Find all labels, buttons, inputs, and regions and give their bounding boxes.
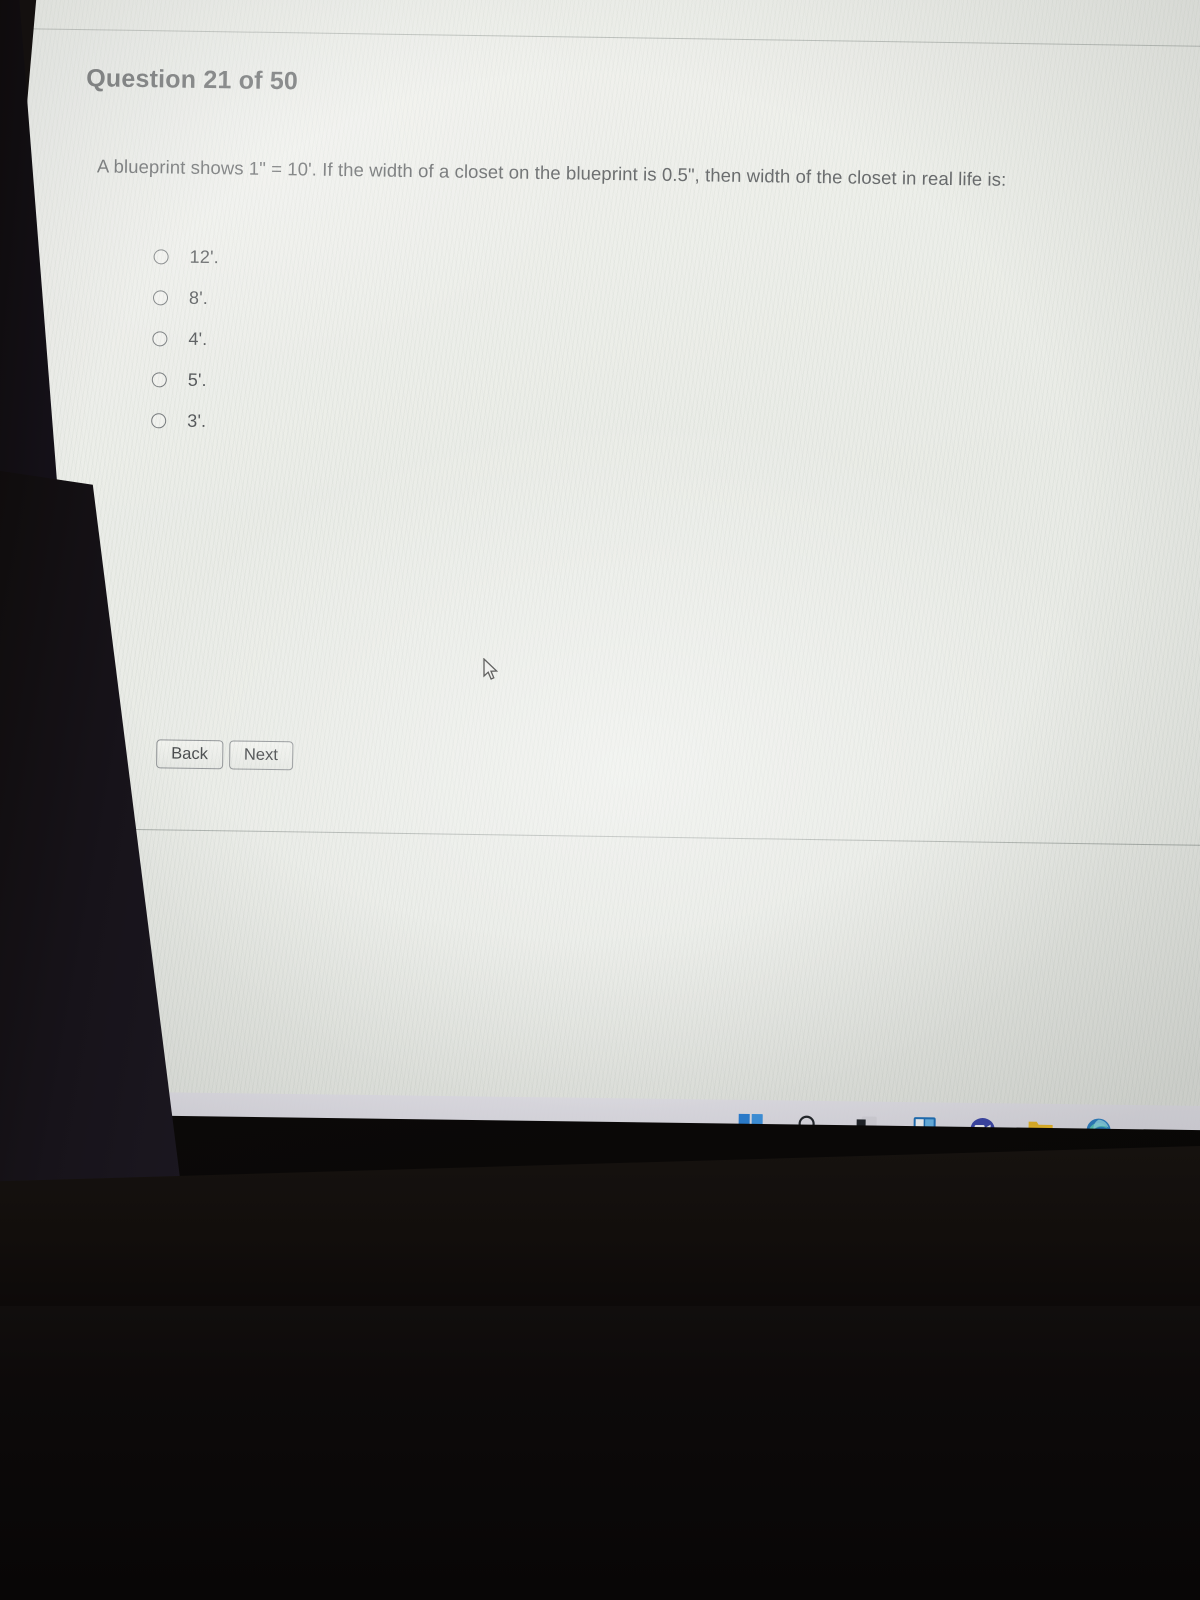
browser-page: Question 21 of 50 A blueprint shows 1" =… <box>0 0 1200 1090</box>
laptop-screen: Question 21 of 50 A blueprint shows 1" =… <box>0 0 1200 1131</box>
option-row-0[interactable]: 12'. <box>153 236 219 278</box>
radio-button-icon[interactable] <box>153 249 169 265</box>
mouse-cursor-icon <box>483 658 499 680</box>
radio-button-icon[interactable] <box>151 372 167 388</box>
radio-button-icon[interactable] <box>152 331 168 347</box>
option-row-4[interactable]: 3'. <box>151 400 217 442</box>
option-row-3[interactable]: 5'. <box>151 359 217 401</box>
keyboard-deck <box>0 1290 1200 1600</box>
option-label: 4'. <box>188 328 208 350</box>
option-row-2[interactable]: 4'. <box>152 318 218 360</box>
next-button[interactable]: Next <box>228 740 294 771</box>
question-text: A blueprint shows 1" = 10'. If the width… <box>96 155 1007 190</box>
option-label: 3'. <box>187 410 207 432</box>
navigation-buttons: Back Next <box>156 739 294 771</box>
option-label: 8'. <box>188 287 209 309</box>
option-label: 12'. <box>189 246 220 268</box>
laptop-photo: Question 21 of 50 A blueprint shows 1" =… <box>0 0 1200 1600</box>
option-label: 5'. <box>187 369 208 391</box>
radio-button-icon[interactable] <box>152 290 169 306</box>
option-row-1[interactable]: 8'. <box>152 277 219 319</box>
back-button[interactable]: Back <box>156 739 224 770</box>
radio-button-icon[interactable] <box>151 413 167 429</box>
answer-options: 12'. 8'. 4'. 5'. 3'. <box>151 236 219 442</box>
quiz-card: Question 21 of 50 A blueprint shows 1" =… <box>0 28 1200 847</box>
page-title: Question 21 of 50 <box>86 64 299 96</box>
